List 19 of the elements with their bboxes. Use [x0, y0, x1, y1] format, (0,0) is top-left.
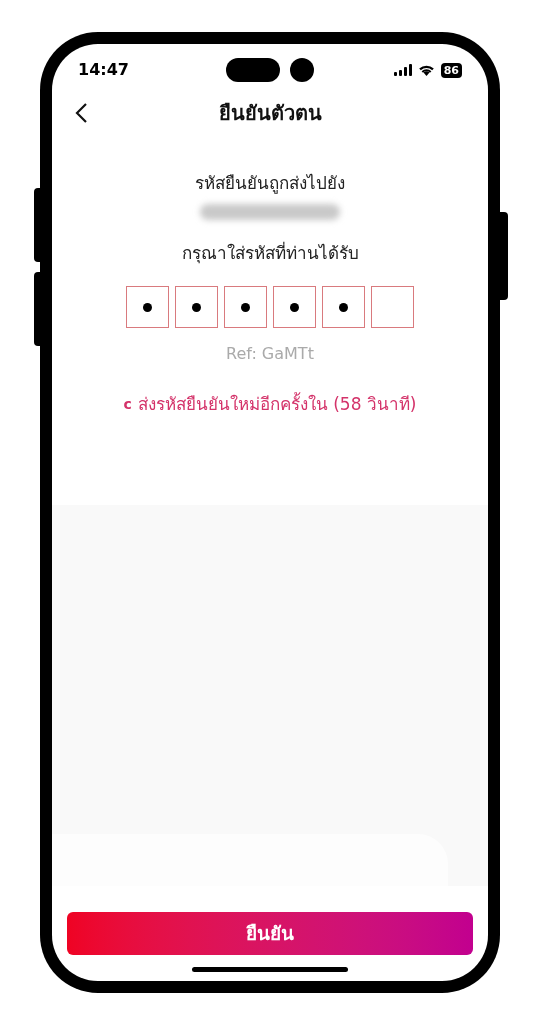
- wifi-icon: [417, 64, 435, 76]
- sent-to-label: รหัสยืนยันถูกส่งไปยัง: [195, 172, 345, 196]
- page-title: ยืนยันตัวตน: [218, 100, 322, 127]
- confirm-button[interactable]: ยืนยัน: [67, 912, 473, 955]
- dynamic-island: [226, 58, 280, 82]
- battery-level: 86: [440, 62, 462, 78]
- otp-digit-field[interactable]: [322, 286, 365, 328]
- otp-digit-field[interactable]: [224, 286, 267, 328]
- status-time: 14:47: [78, 59, 129, 81]
- back-icon[interactable]: [74, 102, 88, 124]
- resend-link[interactable]: c ส่งรหัสยืนยันใหม่อีกครั้งใน (58 วินาที): [123, 392, 417, 418]
- otp-digit-field[interactable]: [175, 286, 218, 328]
- otp-prompt: กรุณาใส่รหัสที่ท่านได้รับ: [181, 240, 359, 266]
- otp-digit-field[interactable]: [126, 286, 169, 328]
- signal-icon: [393, 64, 412, 76]
- refresh-icon: c: [123, 394, 132, 416]
- reference-code: Ref: GaMTt: [226, 343, 314, 365]
- otp-digit-field[interactable]: [273, 286, 316, 328]
- otp-digit-field[interactable]: [371, 286, 414, 328]
